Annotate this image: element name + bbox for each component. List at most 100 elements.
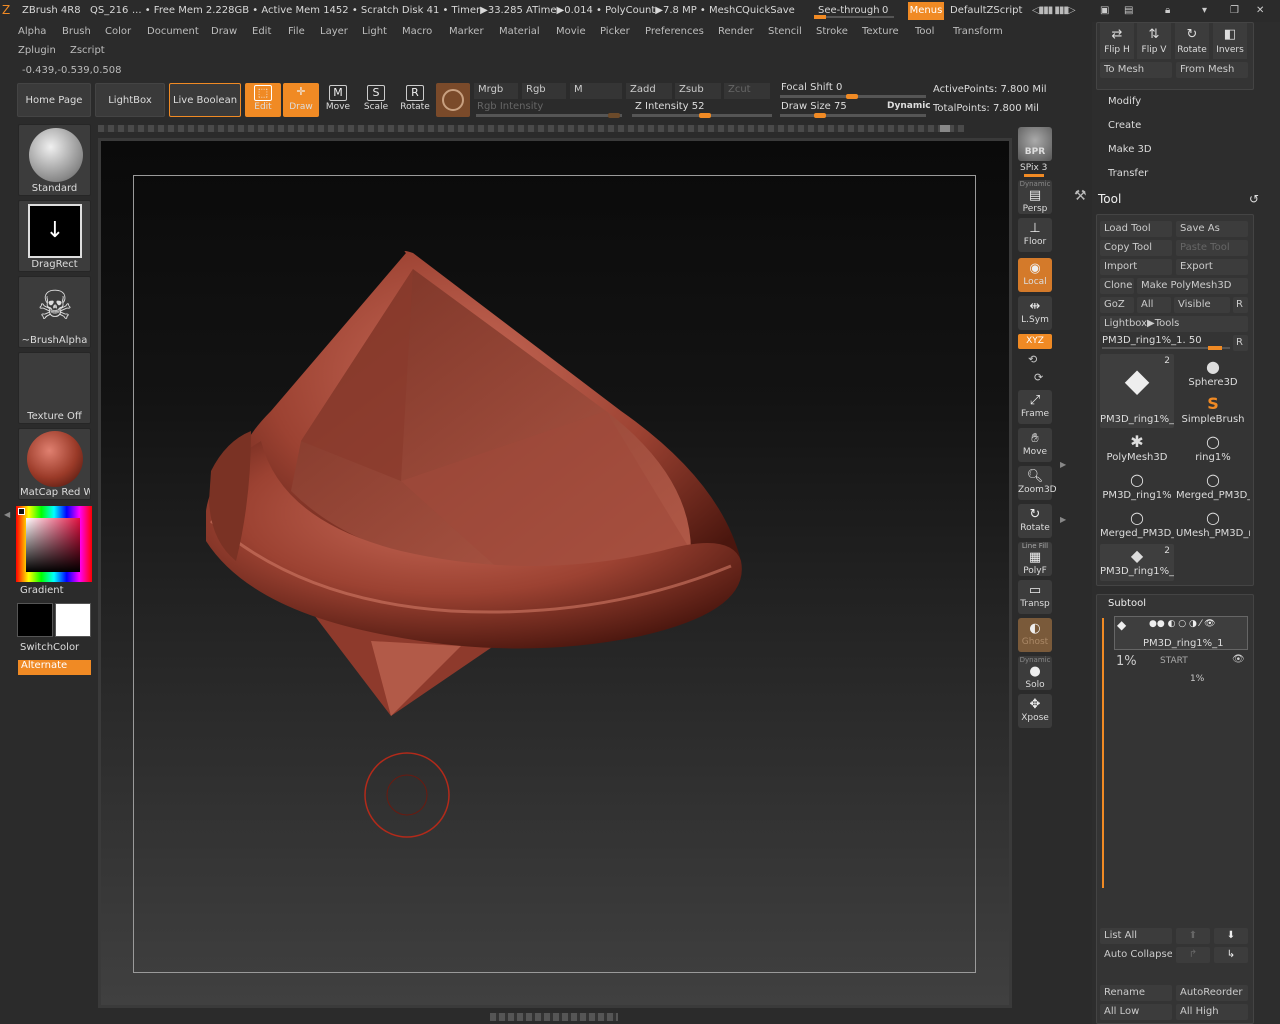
ghost-button[interactable]: ◐ Ghost: [1018, 618, 1052, 652]
import-button[interactable]: Import: [1100, 259, 1172, 275]
load-tool-button[interactable]: Load Tool: [1100, 221, 1172, 237]
create-menu[interactable]: Create: [1108, 120, 1141, 131]
menus-toggle[interactable]: Menus: [908, 2, 944, 20]
clone-button[interactable]: Clone: [1100, 278, 1134, 294]
focal-shift-knob[interactable]: [846, 94, 858, 99]
from-mesh-button[interactable]: From Mesh: [1176, 62, 1248, 78]
polyf-button[interactable]: Line Fill ▦ PolyF: [1018, 542, 1052, 576]
rgb-button[interactable]: Rgb: [522, 83, 566, 99]
goz-all-button[interactable]: All: [1137, 297, 1171, 313]
draw-size-knob[interactable]: [814, 113, 826, 118]
menu-zplugin[interactable]: Zplugin: [18, 45, 56, 56]
menu-stroke[interactable]: Stroke: [816, 26, 848, 37]
list-all-button[interactable]: List All: [1100, 928, 1172, 944]
rotate-button[interactable]: R Rotate: [397, 83, 433, 117]
frame-button[interactable]: ⤢ Frame: [1018, 390, 1052, 424]
rotate-z-icon[interactable]: ⟳: [1034, 371, 1043, 384]
autoreorder-button[interactable]: AutoReorder: [1176, 985, 1248, 1001]
draw-size-slider[interactable]: [780, 113, 926, 118]
right-collapse-arrow-icon-2[interactable]: ▶: [1060, 515, 1066, 524]
seethrough-slider-knob[interactable]: [814, 15, 826, 19]
brush-selector[interactable]: Standard: [18, 124, 91, 196]
spix-label[interactable]: SPix 3: [1020, 163, 1047, 173]
zadd-button[interactable]: Zadd: [626, 83, 672, 99]
xyz-button[interactable]: XYZ: [1018, 334, 1052, 349]
tool-thumb-sphere3d[interactable]: ● Sphere3D: [1176, 355, 1250, 392]
right-collapse-arrow-icon[interactable]: ▶: [1060, 460, 1066, 469]
alpha-selector[interactable]: ☠ ~BrushAlpha: [18, 276, 91, 348]
rgb-intensity-knob[interactable]: [608, 113, 620, 118]
subtool-item-active[interactable]: ◆ ●● ◐ ○ ◑ ⁄ 👁︎ PM3D_ring1%_1: [1114, 616, 1248, 650]
zcut-button[interactable]: Zcut: [724, 83, 770, 99]
menu-movie[interactable]: Movie: [556, 26, 586, 37]
menu-light[interactable]: Light: [362, 26, 387, 37]
tool-thumb-pm3d-ring[interactable]: ○ PM3D_ring1%: [1100, 468, 1174, 505]
live-boolean-button[interactable]: Live Boolean: [169, 83, 241, 117]
zoom3d-button[interactable]: 🔍︎ Zoom3D: [1018, 466, 1057, 500]
quicksave-button[interactable]: QuickSave: [742, 5, 795, 16]
restore-icon[interactable]: ❐: [1230, 5, 1239, 16]
switch-color-button[interactable]: SwitchColor: [20, 642, 79, 653]
menu-zscript[interactable]: Zscript: [70, 45, 105, 56]
transp-button[interactable]: ▭ Transp: [1018, 580, 1052, 614]
rename-button[interactable]: Rename: [1100, 985, 1172, 1001]
menu-picker[interactable]: Picker: [600, 26, 630, 37]
goz-r-button[interactable]: R: [1233, 297, 1248, 313]
minimize-icon[interactable]: ▾: [1202, 5, 1207, 16]
make3d-menu[interactable]: Make 3D: [1108, 144, 1152, 155]
quick-slider-strip[interactable]: [98, 125, 964, 132]
color-cursor[interactable]: [18, 508, 25, 515]
current-tool-name[interactable]: PM3D_ring1%_1. 50: [1102, 335, 1202, 346]
primary-color-swatch[interactable]: [17, 603, 53, 637]
copy-tool-button[interactable]: Copy Tool: [1100, 240, 1172, 256]
arrow-down-icon[interactable]: ⬇: [1214, 928, 1248, 944]
subtool-toggle-icons[interactable]: ●● ◐ ○ ◑ ⁄ 👁︎: [1149, 619, 1216, 629]
menu-stencil[interactable]: Stencil: [768, 26, 802, 37]
gradient-label[interactable]: Gradient: [20, 585, 64, 596]
rotate-y-icon[interactable]: ⟲: [1028, 353, 1037, 366]
floor-button[interactable]: ⊥ Floor: [1018, 218, 1052, 252]
menu-alpha[interactable]: Alpha: [18, 26, 46, 37]
close-icon[interactable]: ✕: [1256, 5, 1264, 16]
paste-tool-button[interactable]: Paste Tool: [1176, 240, 1248, 256]
current-tool-slider-knob[interactable]: [1208, 346, 1222, 350]
menu-edit[interactable]: Edit: [252, 26, 271, 37]
current-tool-r-button[interactable]: R: [1233, 335, 1248, 351]
export-button[interactable]: Export: [1176, 259, 1248, 275]
dynamic-toggle[interactable]: Dynamic: [887, 101, 931, 111]
alternate-button[interactable]: Alternate: [18, 660, 91, 675]
arrows-icon[interactable]: ◁▮▮▮ ▮▮▮▷: [1032, 5, 1076, 16]
tool-thumb-polymesh3d[interactable]: ✱ PolyMesh3D: [1100, 430, 1174, 467]
move-up-icon[interactable]: ↱: [1176, 947, 1210, 963]
lock-icon[interactable]: 🔒︎: [1165, 5, 1170, 16]
current-tool-slider[interactable]: [1102, 346, 1230, 350]
bpr-button[interactable]: BPR: [1018, 127, 1052, 161]
strip-handle[interactable]: [940, 125, 950, 132]
spix-slider[interactable]: [1024, 174, 1044, 177]
rotate-view-button[interactable]: ↻ Rotate: [1018, 504, 1052, 538]
layout-icon[interactable]: ▣: [1100, 5, 1109, 16]
goz-visible-button[interactable]: Visible: [1174, 297, 1230, 313]
z-intensity-slider[interactable]: [632, 113, 772, 118]
menu-material[interactable]: Material: [499, 26, 540, 37]
goz-button[interactable]: GoZ: [1100, 297, 1134, 313]
menu-transform[interactable]: Transform: [953, 26, 1003, 37]
tool-thumb-merged-2[interactable]: ○ Merged_PM3D_: [1100, 506, 1174, 543]
tool-palette-title[interactable]: Tool: [1098, 192, 1121, 206]
swap-icon[interactable]: ▤: [1124, 5, 1133, 16]
color-field[interactable]: [26, 518, 80, 572]
edit-button[interactable]: ⬚ Edit: [245, 83, 281, 117]
menu-macro[interactable]: Macro: [402, 26, 432, 37]
invers-button[interactable]: ◧ Invers: [1213, 23, 1247, 59]
subtool-item[interactable]: 1% START 👁︎ 1%: [1114, 652, 1248, 686]
menu-color[interactable]: Color: [105, 26, 131, 37]
default-zscript[interactable]: DefaultZScript: [950, 5, 1022, 16]
flip-h-button[interactable]: ⇄ Flip H: [1100, 23, 1134, 59]
tool-thumb-simplebrush[interactable]: S SimpleBrush: [1176, 392, 1250, 429]
lightbox-tools-button[interactable]: Lightbox▶Tools: [1100, 316, 1248, 332]
lightbox-button[interactable]: LightBox: [95, 83, 165, 117]
arrow-up-icon[interactable]: ⬆: [1176, 928, 1210, 944]
menu-tool[interactable]: Tool: [915, 26, 934, 37]
subtool-scrollbar[interactable]: [1102, 618, 1104, 888]
menu-file[interactable]: File: [288, 26, 305, 37]
